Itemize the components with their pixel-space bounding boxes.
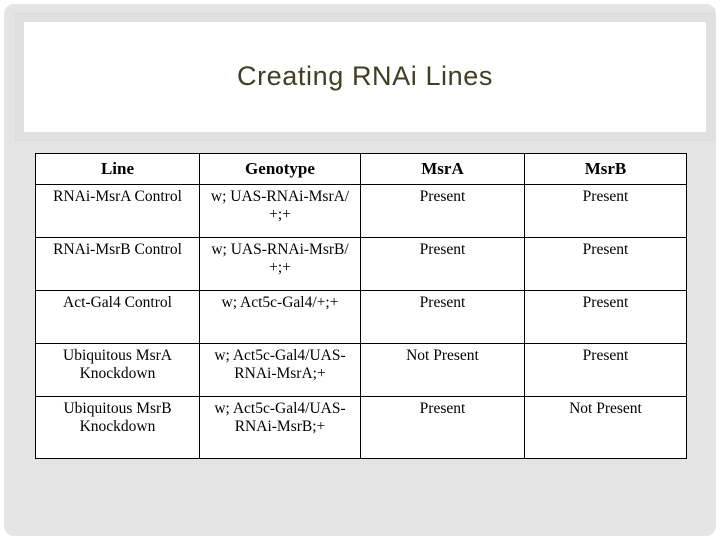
cell-msra: Present [360,184,525,238]
cell-msra: Present [360,290,525,344]
cell-line: RNAi-MsrA Control [35,184,200,238]
presentation-slide: Creating RNAi Lines Line Genotype MsrA M… [0,0,720,540]
table-body: RNAi-MsrA Control w; UAS-RNAi-MsrA/ +;+ … [35,184,687,459]
cell-msra: Present [360,396,525,459]
cell-genotype: w; UAS-RNAi-MsrB/ +;+ [199,237,361,291]
cell-msra: Not Present [360,343,525,397]
column-header-genotype: Genotype [199,153,361,185]
page-title: Creating RNAi Lines [236,61,493,92]
cell-genotype: w; Act5c-Gal4/UAS-RNAi-MsrA;+ [199,343,361,397]
cell-msra: Present [360,237,525,291]
table-row: RNAi-MsrA Control w; UAS-RNAi-MsrA/ +;+ … [35,184,687,238]
column-header-msrb: MsrB [524,153,687,185]
cell-line: Ubiquitous MsrB Knockdown [35,396,200,459]
cell-msrb: Present [524,290,687,344]
cell-msrb: Present [524,237,687,291]
table-header-row: Line Genotype MsrA MsrB [35,153,687,185]
table-header: Line Genotype MsrA MsrB [35,153,687,185]
table-row: Ubiquitous MsrB Knockdown w; Act5c-Gal4/… [35,396,687,459]
table-row: Ubiquitous MsrA Knockdown w; Act5c-Gal4/… [35,343,687,397]
cell-msrb: Not Present [524,396,687,459]
genotype-table: Line Genotype MsrA MsrB RNAi-MsrA Contro… [35,153,687,459]
table-row: RNAi-MsrB Control w; UAS-RNAi-MsrB/ +;+ … [35,237,687,291]
cell-line: Act-Gal4 Control [35,290,200,344]
slide-title-box: Creating RNAi Lines [24,22,706,132]
cell-msrb: Present [524,343,687,397]
table-row: Act-Gal4 Control w; Act5c-Gal4/+;+ Prese… [35,290,687,344]
cell-genotype: w; UAS-RNAi-MsrA/ +;+ [199,184,361,238]
column-header-msra: MsrA [360,153,525,185]
cell-genotype: w; Act5c-Gal4/UAS-RNAi-MsrB;+ [199,396,361,459]
cell-genotype: w; Act5c-Gal4/+;+ [199,290,361,344]
column-header-line: Line [35,153,200,185]
cell-line: RNAi-MsrB Control [35,237,200,291]
genotype-table-container: Line Genotype MsrA MsrB RNAi-MsrA Contro… [35,153,687,459]
cell-line: Ubiquitous MsrA Knockdown [35,343,200,397]
cell-msrb: Present [524,184,687,238]
